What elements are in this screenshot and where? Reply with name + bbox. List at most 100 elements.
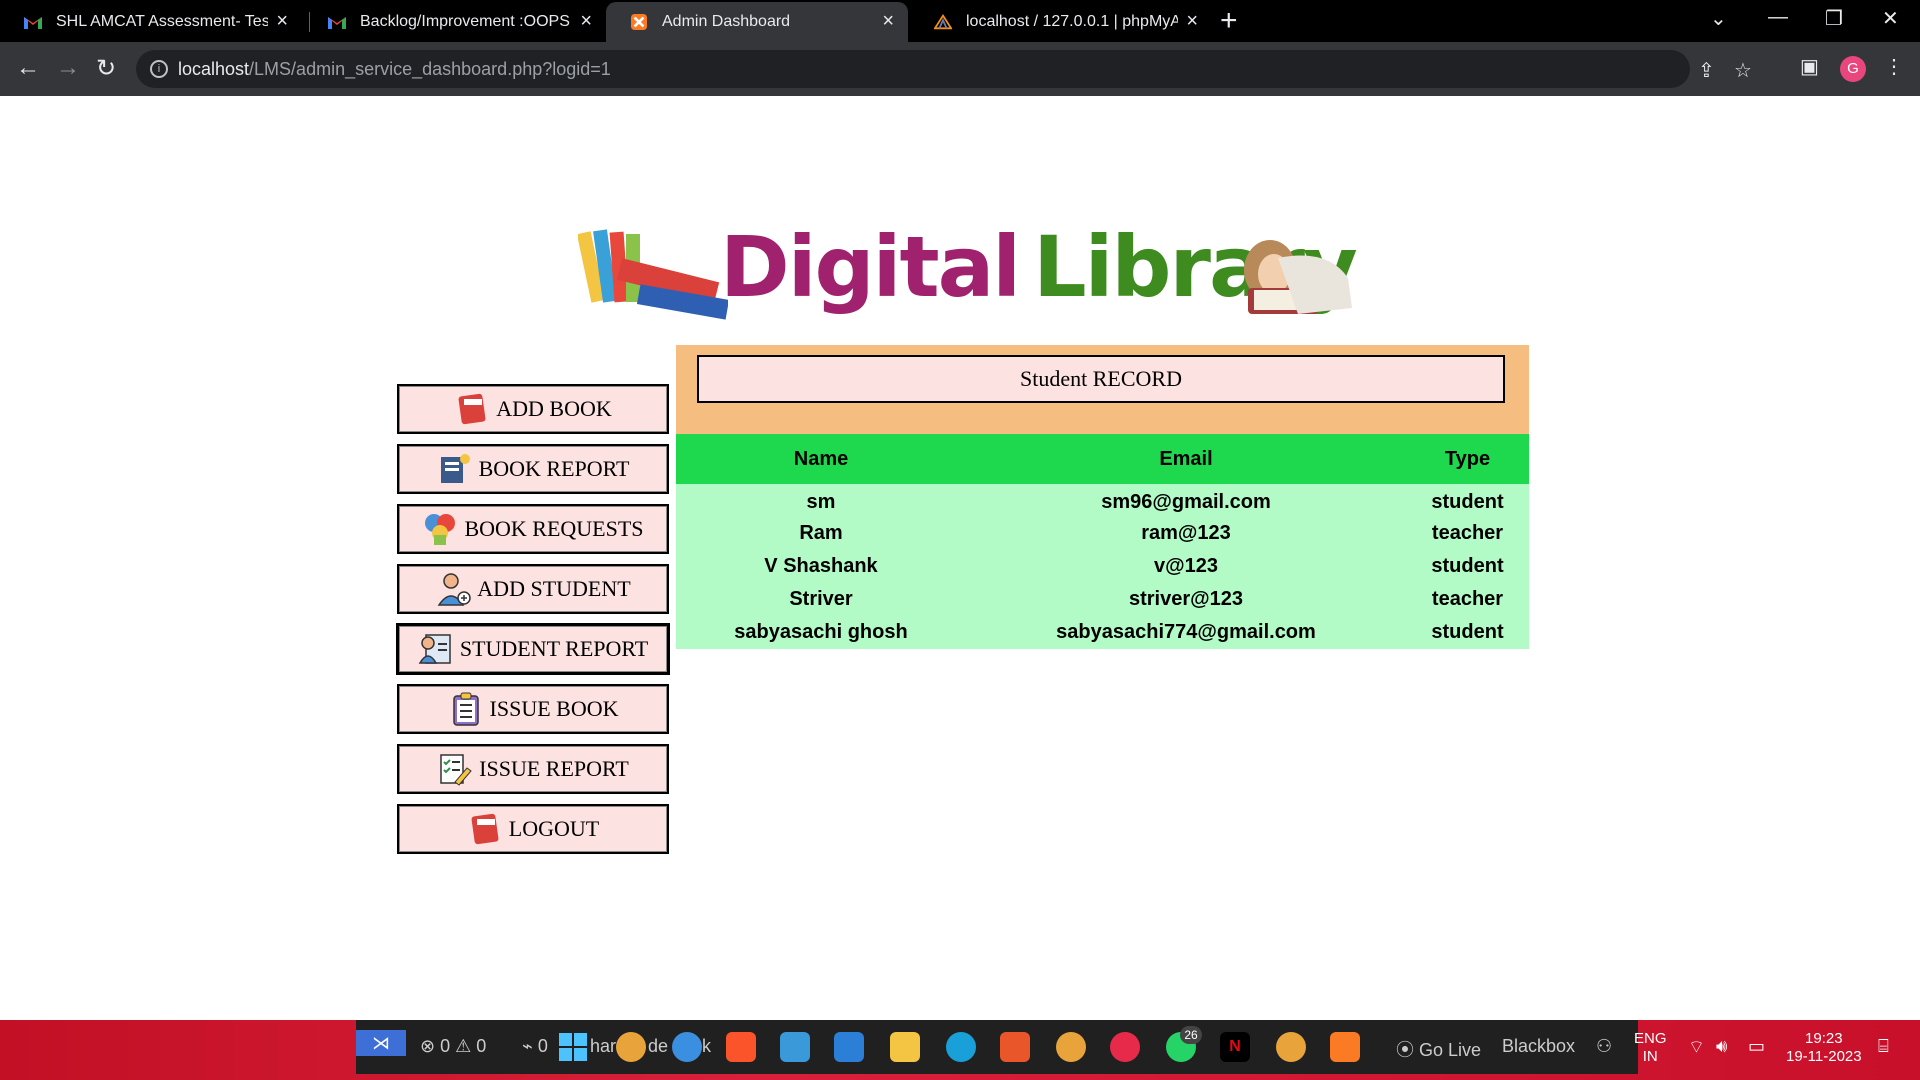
issue-book-button[interactable]: ISSUE BOOK: [397, 684, 669, 734]
chrome-icon-2[interactable]: [1056, 1032, 1086, 1062]
add-student-button[interactable]: ADD STUDENT: [397, 564, 669, 614]
add-book-button[interactable]: ADD BOOK: [397, 384, 669, 434]
tab-label: SHL AMCAT Assessment- Test Lo: [56, 13, 268, 30]
xampp-icon: [631, 14, 647, 30]
logo-word-digital: Digital: [720, 218, 1021, 316]
browser-toolbar: ← → ↻ i localhost/LMS/admin_service_dash…: [0, 42, 1920, 96]
table-row: Ram ram@123 teacher: [676, 517, 1529, 550]
phpmyadmin-icon: [934, 14, 952, 30]
chrome-profile-icon[interactable]: [672, 1032, 702, 1062]
language-indicator[interactable]: ENG IN: [1634, 1030, 1667, 1066]
wifi-icon[interactable]: ⌔: [1688, 1036, 1705, 1059]
file-explorer-icon[interactable]: [890, 1032, 920, 1062]
clipboard-icon: [452, 692, 479, 726]
tab-shl-amcat[interactable]: SHL AMCAT Assessment- Test Lo ×: [0, 2, 302, 42]
digital-library-logo: Digital Library: [578, 218, 1358, 336]
cell-name: Ram: [799, 522, 843, 544]
address-bar[interactable]: i localhost/LMS/admin_service_dashboard.…: [136, 50, 1752, 88]
restore-icon[interactable]: ❐: [1825, 6, 1843, 31]
gmail-icon: [328, 17, 346, 29]
notifications-icon[interactable]: ⌸: [1878, 1036, 1889, 1057]
book-report-button[interactable]: BOOK REPORT: [397, 444, 669, 494]
add-user-icon: [437, 573, 472, 606]
cell-type: teacher: [1431, 522, 1504, 544]
student-record-table: Name Email Type sm sm96@gmail.com studen…: [676, 434, 1529, 649]
netflix-icon[interactable]: N: [1220, 1032, 1250, 1062]
column-header-name: Name: [793, 447, 849, 470]
address-url[interactable]: localhost/LMS/admin_service_dashboard.ph…: [178, 59, 611, 80]
ports-status[interactable]: ⌁ 0: [522, 1036, 548, 1057]
xampp-icon[interactable]: [1330, 1032, 1360, 1062]
vscode-icon[interactable]: [834, 1032, 864, 1062]
cell-type: student: [1431, 621, 1504, 643]
tab-search-chevron-icon[interactable]: ⌄: [1710, 6, 1727, 31]
student-record-panel: Student RECORD Name Email Type sm sm96@g…: [676, 345, 1529, 649]
office-icon[interactable]: [1000, 1032, 1030, 1062]
forward-arrow-icon[interactable]: →: [56, 54, 80, 82]
book-requests-button[interactable]: BOOK REQUESTS: [397, 504, 669, 554]
clock[interactable]: 19:23 19-11-2023: [1786, 1030, 1862, 1066]
accounts-icon[interactable]: ⚇: [1596, 1036, 1612, 1057]
student-report-label: STUDENT REPORT: [459, 636, 649, 661]
table-row: sm sm96@gmail.com student: [676, 484, 1529, 517]
request-icon: [425, 514, 456, 545]
issue-book-label: ISSUE BOOK: [489, 696, 619, 721]
panel-title: Student RECORD: [697, 355, 1505, 403]
student-report-icon: [418, 634, 451, 664]
column-header-email: Email: [1159, 447, 1213, 470]
student-report-button[interactable]: STUDENT REPORT: [396, 623, 670, 675]
side-panel-icon[interactable]: ▣: [1800, 54, 1819, 79]
new-tab-button[interactable]: +: [1220, 4, 1238, 38]
table-row: sabyasachi ghosh sabyasachi774@gmail.com…: [676, 616, 1529, 649]
logout-button[interactable]: LOGOUT: [397, 804, 669, 854]
cell-type: student: [1431, 491, 1504, 513]
taskview-icon[interactable]: [780, 1032, 810, 1062]
more-menu-icon[interactable]: ⋮: [1884, 54, 1904, 79]
add-student-label: ADD STUDENT: [477, 576, 631, 601]
cell-email: v@123: [1154, 555, 1218, 577]
table-header-row: Name Email Type: [676, 434, 1529, 484]
bookmark-star-icon[interactable]: ☆: [1734, 58, 1752, 83]
issue-report-button[interactable]: ISSUE REPORT: [397, 744, 669, 794]
tab-backlog-oops[interactable]: Backlog/Improvement :OOPS - 2 ×: [304, 2, 606, 42]
book-report-label: BOOK REPORT: [478, 456, 630, 481]
reading-girl-icon: [1244, 240, 1352, 314]
remote-icon[interactable]: ⋊: [356, 1030, 406, 1056]
back-arrow-icon[interactable]: ←: [16, 54, 40, 82]
tab-admin-dashboard[interactable]: Admin Dashboard ×: [606, 2, 908, 42]
blackbox-button[interactable]: Blackbox: [1502, 1036, 1575, 1057]
volume-icon[interactable]: 🔊︎: [1716, 1036, 1727, 1057]
panel-header: Student RECORD: [676, 345, 1529, 434]
chrome-active-icon[interactable]: [1276, 1032, 1306, 1062]
close-icon[interactable]: ×: [276, 10, 288, 33]
go-live-button[interactable]: ⦿ Go Live: [1396, 1036, 1481, 1062]
problems-status[interactable]: ⊗ 0 ⚠ 0: [420, 1036, 486, 1057]
profile-avatar[interactable]: G: [1840, 56, 1866, 82]
report-icon: [440, 454, 470, 483]
brave-icon[interactable]: [726, 1032, 756, 1062]
close-window-icon[interactable]: ✕: [1882, 6, 1899, 31]
minimize-icon[interactable]: —: [1768, 6, 1788, 29]
cell-email: striver@123: [1128, 588, 1244, 610]
chrome-icon[interactable]: [616, 1032, 646, 1062]
edge-icon[interactable]: [946, 1032, 976, 1062]
cell-type: student: [1431, 555, 1504, 577]
search-text-2[interactable]: de: [648, 1036, 668, 1057]
site-info-icon[interactable]: i: [150, 60, 168, 78]
cell-email: sabyasachi774@gmail.com: [1056, 621, 1316, 643]
close-icon[interactable]: ×: [882, 10, 894, 33]
share-icon[interactable]: ⇪: [1698, 58, 1715, 83]
book-requests-label: BOOK REQUESTS: [464, 516, 644, 541]
tab-phpmyadmin[interactable]: localhost / 127.0.0.1 | phpMyAd ×: [910, 2, 1212, 42]
book-stack-icon: [458, 393, 486, 425]
media-player-icon[interactable]: [1110, 1032, 1140, 1062]
reload-icon[interactable]: ↻: [96, 54, 116, 83]
windows-start-icon[interactable]: [558, 1032, 588, 1062]
close-icon[interactable]: ×: [580, 10, 592, 33]
cell-type: teacher: [1431, 588, 1504, 610]
battery-icon[interactable]: ▭: [1748, 1036, 1765, 1057]
close-icon[interactable]: ×: [1186, 10, 1198, 33]
search-text[interactable]: har: [590, 1036, 616, 1057]
search-text-3[interactable]: k: [702, 1036, 711, 1057]
windows-taskbar: ⋊ ⊗ 0 ⚠ 0 ⌁ 0 har de k 26 N ⦿ Go Live Bl…: [0, 1020, 1920, 1080]
